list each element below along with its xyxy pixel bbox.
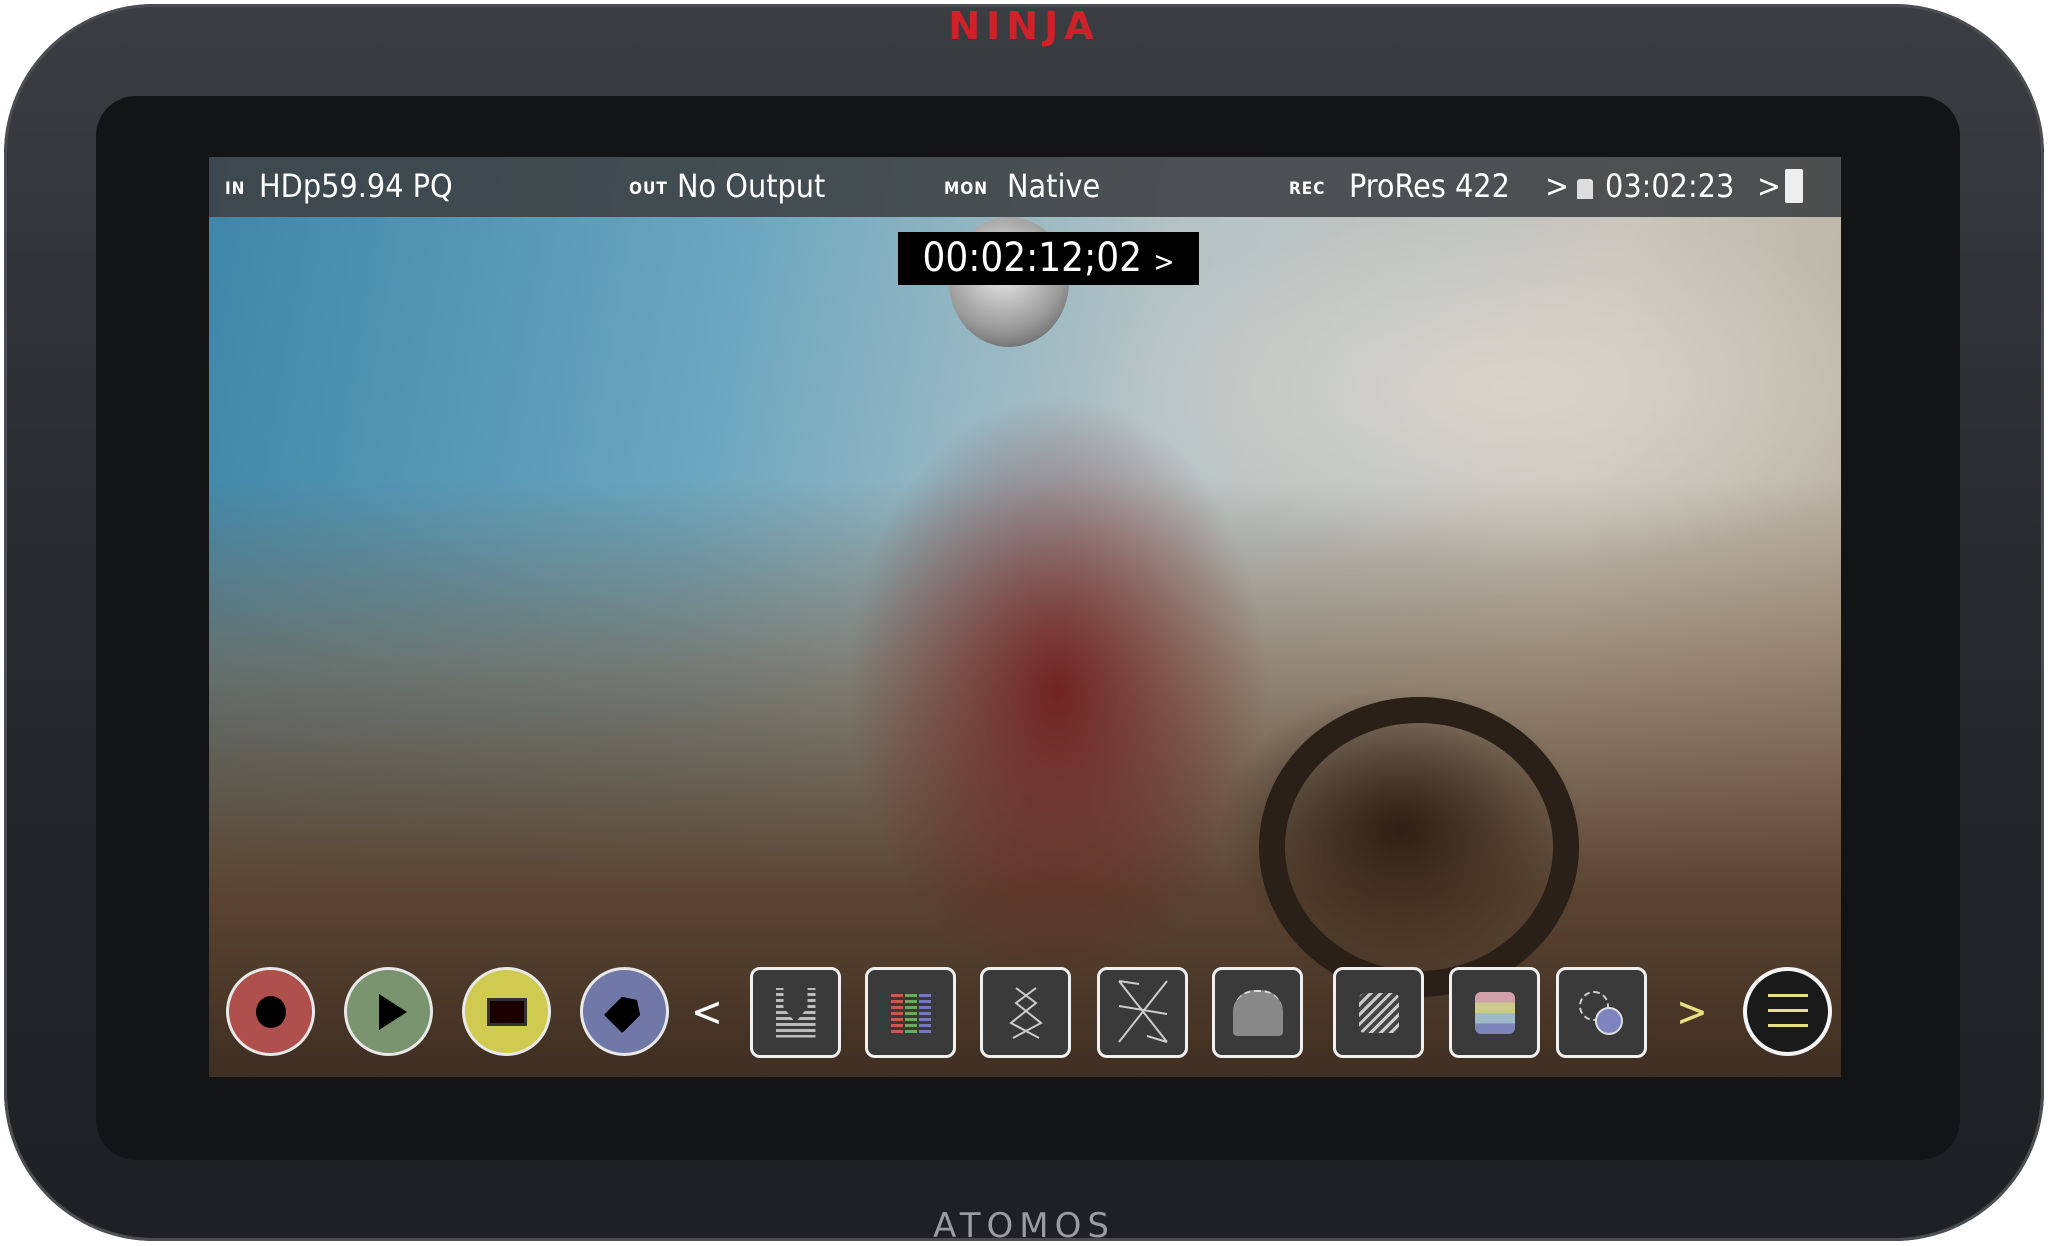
false-color-person-icon	[1232, 989, 1283, 1036]
luts-tool-button[interactable]	[1556, 967, 1647, 1058]
focus-peaking-tool-button[interactable]	[980, 967, 1071, 1058]
settings-menu-button[interactable]	[1743, 967, 1832, 1056]
ninja-logo: NINJA	[948, 4, 1100, 48]
waveform-icon	[775, 987, 816, 1038]
color-bars-tool-button[interactable]	[1449, 967, 1540, 1058]
rgb-parade-icon	[890, 992, 931, 1033]
false-color-tool-button[interactable]	[1212, 967, 1303, 1058]
timecode-display[interactable]: 00:02:12;02 >	[898, 232, 1199, 285]
screen: IN HDp59.94 PQ OUT No Output MON Native …	[209, 157, 1841, 1077]
in-label: IN	[225, 179, 246, 199]
rgb-parade-tool-button[interactable]	[865, 967, 956, 1058]
record-button[interactable]	[226, 967, 315, 1056]
atomos-logo: ATOMOS	[933, 1206, 1115, 1246]
time-chevron[interactable]: >	[1757, 167, 1781, 205]
remaining-time[interactable]: 03:02:23	[1605, 167, 1734, 205]
stop-icon	[486, 997, 527, 1026]
chevron-right-icon: >	[1676, 987, 1708, 1036]
input-format[interactable]: HDp59.94 PQ	[259, 167, 453, 205]
cross-tool-button[interactable]	[1097, 967, 1188, 1058]
zebra-tool-button[interactable]	[1333, 967, 1424, 1058]
play-button[interactable]	[344, 967, 433, 1056]
chevron-left-icon: <	[691, 987, 723, 1036]
monitor-mode[interactable]: Native	[1007, 167, 1100, 205]
battery-icon[interactable]	[1785, 169, 1803, 203]
bike-wheel	[1259, 697, 1579, 997]
zebra-cross-icon	[1117, 979, 1168, 1043]
tag-icon	[603, 990, 645, 1032]
codec-chevron[interactable]: >	[1545, 167, 1569, 205]
stop-button[interactable]	[462, 967, 551, 1056]
sliders-icon	[1767, 989, 1808, 1034]
scroll-right-button[interactable]: >	[1676, 967, 1708, 1056]
color-bars-icon	[1474, 991, 1515, 1034]
timecode-chevron: >	[1153, 245, 1175, 278]
out-label: OUT	[629, 179, 668, 199]
focus-peaking-icon	[1008, 986, 1043, 1039]
output-format[interactable]: No Output	[677, 167, 825, 205]
tag-button[interactable]	[580, 967, 669, 1056]
scroll-left-button[interactable]: <	[691, 967, 723, 1056]
waveform-tool-button[interactable]	[750, 967, 841, 1058]
mon-label: MON	[944, 179, 989, 199]
zebra-stripes-icon	[1358, 992, 1399, 1033]
drive-icon	[1577, 179, 1593, 199]
record-codec[interactable]: ProRes 422	[1349, 167, 1510, 205]
record-icon	[255, 995, 286, 1028]
play-icon	[378, 993, 407, 1030]
status-bar: IN HDp59.94 PQ OUT No Output MON Native …	[209, 157, 1841, 217]
rec-label: REC	[1289, 179, 1326, 199]
timecode-value: 00:02:12;02	[922, 235, 1142, 281]
luts-icon	[1578, 990, 1625, 1035]
